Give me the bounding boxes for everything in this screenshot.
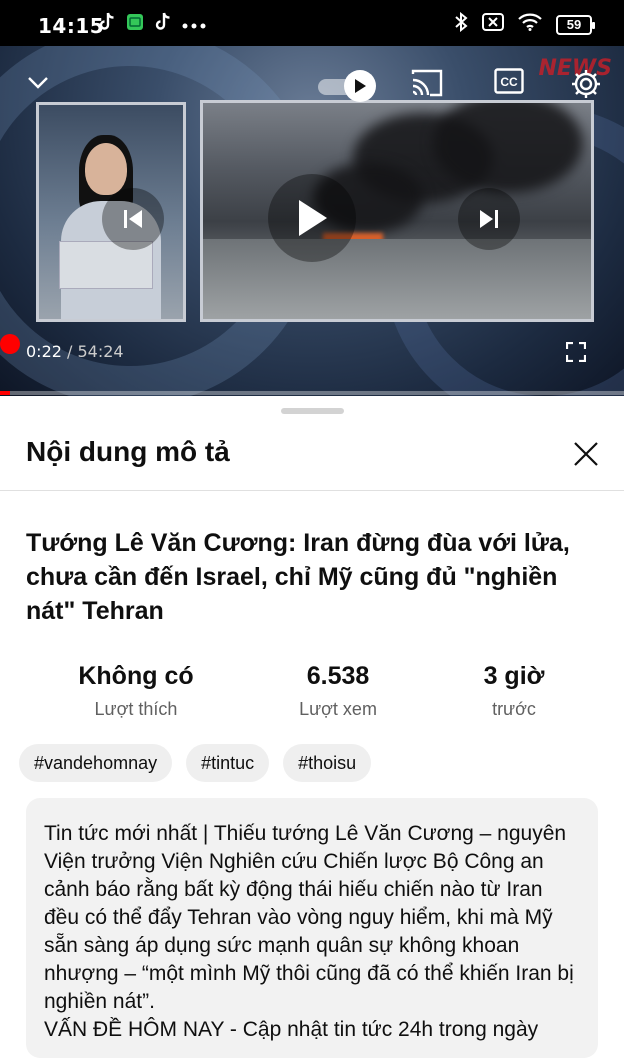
drag-handle[interactable] <box>281 408 344 414</box>
video-title: Tướng Lê Văn Cương: Iran đừng đùa với lử… <box>26 529 570 625</box>
bluetooth-icon <box>454 11 468 37</box>
description-box: Tin tức mới nhất | Thiếu tướng Lê Văn Cư… <box>26 798 598 1058</box>
hashtag-chip[interactable]: #vandehomnay <box>19 744 173 782</box>
cast-icon[interactable] <box>410 68 444 103</box>
hashtag-chip[interactable]: #thoisu <box>283 744 372 782</box>
status-time: 14:15 <box>38 14 105 38</box>
battery-icon: 59 <box>556 14 595 35</box>
views-stat: 6.538 Lượt xem <box>299 662 377 719</box>
hashtag-chip[interactable]: #tintuc <box>186 744 270 782</box>
time-display: 0:22 / 54:24 <box>26 342 124 361</box>
video-scene <box>200 100 594 322</box>
hashtag-list: #vandehomnay #tintuc #thoisu <box>19 744 372 782</box>
status-bar: 14:15 59 <box>0 0 624 46</box>
progress-fill <box>0 391 10 395</box>
wifi-icon <box>518 13 542 36</box>
sheet-title: Nội dung mô tả <box>26 436 230 467</box>
likes-stat: Không có Lượt thích <box>78 662 194 719</box>
current-time: 0:22 <box>26 342 62 361</box>
skip-previous-icon <box>124 210 142 228</box>
minimize-chevron-icon[interactable] <box>26 70 50 99</box>
svg-text:CC: CC <box>500 75 518 89</box>
no-sim-icon <box>482 13 504 36</box>
play-icon <box>299 200 327 236</box>
play-button[interactable] <box>268 174 356 262</box>
skip-next-icon <box>480 210 498 228</box>
more-notifications-icon <box>182 16 206 34</box>
play-icon <box>355 79 366 93</box>
next-button[interactable] <box>458 188 520 250</box>
autoplay-toggle[interactable] <box>318 70 376 104</box>
app-notification-icon <box>126 13 144 36</box>
duration: 54:24 <box>77 342 124 361</box>
description-text: Tin tức mới nhất | Thiếu tướng Lê Văn Cư… <box>44 822 574 1041</box>
tiktok-icon <box>154 12 172 37</box>
previous-button[interactable] <box>102 188 164 250</box>
settings-gear-icon[interactable] <box>570 68 602 105</box>
upload-time-stat: 3 giờ trước <box>483 662 545 719</box>
video-player[interactable]: NEWS CC 0:22 / 54:24 <box>0 46 624 396</box>
close-icon[interactable] <box>572 440 600 468</box>
progress-bar[interactable] <box>0 391 624 395</box>
scrubber-handle[interactable] <box>0 334 20 354</box>
tiktok-icon <box>98 12 116 37</box>
divider <box>0 490 624 491</box>
description-sheet: Nội dung mô tả Tướng Lê Văn Cương: Iran … <box>0 396 624 1058</box>
captions-icon[interactable]: CC <box>494 68 524 99</box>
fullscreen-icon[interactable] <box>565 341 587 367</box>
